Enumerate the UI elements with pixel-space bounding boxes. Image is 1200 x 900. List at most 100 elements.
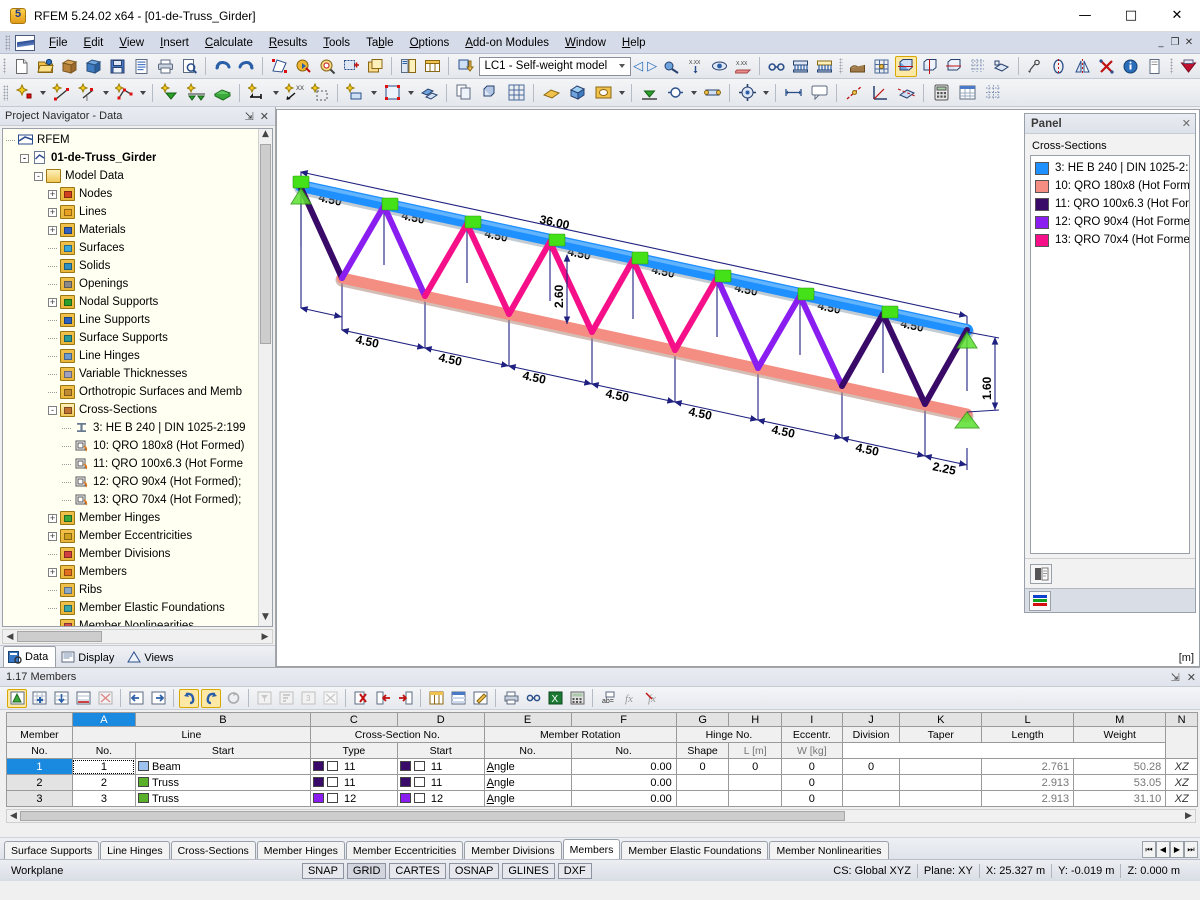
column-letter-header[interactable]: D	[396, 712, 485, 727]
cell-axes[interactable]: XZ	[1165, 774, 1198, 791]
row-member-number[interactable]: 1	[6, 758, 73, 775]
fe-mesh-icon[interactable]	[871, 56, 893, 77]
tree-item-member-elastic-foundations[interactable]: Member Elastic Foundations	[6, 599, 258, 617]
units-icon[interactable]: ab=	[598, 689, 618, 708]
tree-expander[interactable]: +	[48, 513, 57, 523]
cell-line-number[interactable]: 1	[71, 758, 136, 775]
column-letter-header[interactable]: H	[728, 712, 783, 727]
cell-member-type[interactable]: Truss	[134, 774, 311, 791]
render-model-icon[interactable]	[847, 56, 869, 77]
clear-rows-icon[interactable]	[95, 689, 115, 708]
tab-first-button[interactable]: ⏮	[1142, 841, 1156, 858]
tree-item-member-nonlinearities[interactable]: Member Nonlinearities	[6, 617, 258, 626]
panel-properties-icon[interactable]	[1030, 563, 1052, 584]
cell-weight[interactable]: 50.28	[1073, 758, 1167, 775]
data-tab-line-hinges[interactable]: Line Hinges	[100, 841, 170, 859]
workplane-icon[interactable]	[991, 56, 1013, 77]
open-file-icon[interactable]	[34, 56, 56, 77]
surface-thickness-icon[interactable]	[539, 81, 563, 104]
tree-item-cross-sections[interactable]: - Cross-Sections	[6, 401, 258, 419]
data-tab-member-eccentricities[interactable]: Member Eccentricities	[345, 841, 464, 859]
cell-rotation-type[interactable]: Angle	[483, 758, 572, 775]
navigator-tab-views[interactable]: Views	[122, 647, 181, 667]
filter2-icon[interactable]	[276, 689, 296, 708]
tree-item-openings[interactable]: Openings	[6, 275, 258, 293]
table-pin-icon[interactable]: ⇲	[1171, 671, 1180, 684]
tree-item-rfem[interactable]: RFEM	[6, 131, 258, 149]
view-xy-icon[interactable]	[919, 56, 941, 77]
prev-table-icon[interactable]	[126, 689, 146, 708]
new-surface-load-icon[interactable]	[343, 81, 367, 104]
navigator-tab-data[interactable]: Data	[3, 646, 57, 667]
calculate-icon[interactable]	[929, 81, 953, 104]
navigator-close-icon[interactable]: ✕	[260, 110, 269, 123]
cell-beta[interactable]: 0.00	[570, 790, 677, 807]
cell-weight[interactable]: 53.05	[1073, 774, 1167, 791]
tree-item-line-supports[interactable]: Line Supports	[6, 311, 258, 329]
tree-item-12-qro-90x4-hot-formed[interactable]: 12: QRO 90x4 (Hot Formed);	[6, 473, 258, 491]
members-table[interactable]: ABCDEFGHIJKLMN Member Line Cross-Section N…	[6, 712, 1198, 807]
cell-rotation-type[interactable]: Angle	[483, 790, 572, 807]
import-icon[interactable]	[82, 56, 104, 77]
cross-section-legend-item[interactable]: 10: QRO 180x8 (Hot Forme	[1035, 177, 1189, 195]
show-hidden-icon[interactable]	[708, 56, 730, 77]
cell-taper[interactable]	[899, 790, 983, 807]
cell-line-number[interactable]: 2	[71, 774, 136, 791]
tree-item-10-qro-180x8-hot-formed[interactable]: 10: QRO 180x8 (Hot Formed)	[6, 437, 258, 455]
edit-table-icon[interactable]	[7, 688, 27, 708]
prev-load-case-button[interactable]: ◁	[631, 59, 645, 74]
new-nodal-load-icon[interactable]	[245, 81, 269, 104]
zoom-all-icon[interactable]	[316, 56, 338, 77]
cell-length[interactable]: 2.761	[981, 758, 1075, 775]
redo-icon[interactable]	[235, 56, 257, 77]
menu-item-table[interactable]: Table	[358, 35, 402, 51]
tree-item-surfaces[interactable]: Surfaces	[6, 239, 258, 257]
cell-beta[interactable]: 0.00	[570, 774, 677, 791]
cell-division[interactable]	[841, 774, 901, 791]
load-distribution2-icon[interactable]	[813, 56, 835, 77]
print-icon[interactable]	[154, 56, 176, 77]
calculator-icon[interactable]	[567, 689, 587, 708]
edit-cell-icon[interactable]	[470, 689, 490, 708]
data-tab-members[interactable]: Members	[562, 839, 621, 859]
menu-item-file[interactable]: File	[41, 35, 76, 51]
export-excel-icon[interactable]: X	[545, 689, 565, 708]
row-member-number[interactable]: 3	[6, 790, 73, 807]
close-button[interactable]: ✕	[1154, 0, 1200, 32]
save-icon[interactable]	[106, 56, 128, 77]
new-polyline-dropdown-icon[interactable]	[137, 82, 148, 103]
tree-item-11-qro-100x6-3-hot-forme[interactable]: 11: QRO 100x6.3 (Hot Forme	[6, 455, 258, 473]
menu-item-window[interactable]: Window	[557, 35, 614, 51]
tree-item-nodal-supports[interactable]: + Nodal Supports	[6, 293, 258, 311]
next-load-case-button[interactable]: ▷	[645, 59, 659, 74]
new-surface-icon[interactable]	[210, 81, 234, 104]
cell-eccentricity[interactable]: 0	[781, 758, 843, 775]
tree-item-lines[interactable]: + Lines	[6, 203, 258, 221]
new-line-support-icon[interactable]	[184, 81, 208, 104]
undo-icon[interactable]	[211, 56, 233, 77]
chevron-down-icon[interactable]	[614, 64, 630, 68]
cell-length[interactable]: 2.913	[981, 774, 1075, 791]
maximize-button[interactable]: □	[1108, 0, 1154, 32]
cross-section-legend[interactable]: 3: HE B 240 | DIN 1025-2:1 10: QRO 180x8 …	[1030, 155, 1190, 554]
cell-cross-section-end[interactable]: 12	[396, 790, 485, 807]
hinge-dropdown-icon[interactable]	[688, 82, 699, 103]
tree-item-members[interactable]: + Members	[6, 563, 258, 581]
column-letter-header[interactable]: F	[570, 712, 677, 727]
status-toggle-cartes[interactable]: CARTES	[389, 862, 446, 879]
scroll-right-icon[interactable]: ▶	[258, 632, 272, 642]
scroll-thumb[interactable]	[260, 144, 271, 344]
tree-item-orthotropic-surfaces-and-memb[interactable]: Orthotropic Surfaces and Memb	[6, 383, 258, 401]
cell-cross-section-end[interactable]: 11	[396, 758, 485, 775]
cell-member-type[interactable]: Beam	[134, 758, 311, 775]
panel-color-tab[interactable]	[1029, 590, 1051, 611]
tree-item-line-hinges[interactable]: Line Hinges	[6, 347, 258, 365]
menu-item-results[interactable]: Results	[261, 35, 315, 51]
column-widths-icon[interactable]	[426, 689, 446, 708]
navigator-tree[interactable]: RFEM -01-de-Truss_Girder - Model Data + Nodes…	[3, 129, 258, 626]
formula-icon[interactable]: fx	[620, 689, 640, 708]
cell-eccentricity[interactable]: 0	[781, 790, 843, 807]
tree-item-ribs[interactable]: Ribs	[6, 581, 258, 599]
delete-row-icon[interactable]	[351, 689, 371, 708]
tree-item-13-qro-70x4-hot-formed[interactable]: 13: QRO 70x4 (Hot Formed);	[6, 491, 258, 509]
